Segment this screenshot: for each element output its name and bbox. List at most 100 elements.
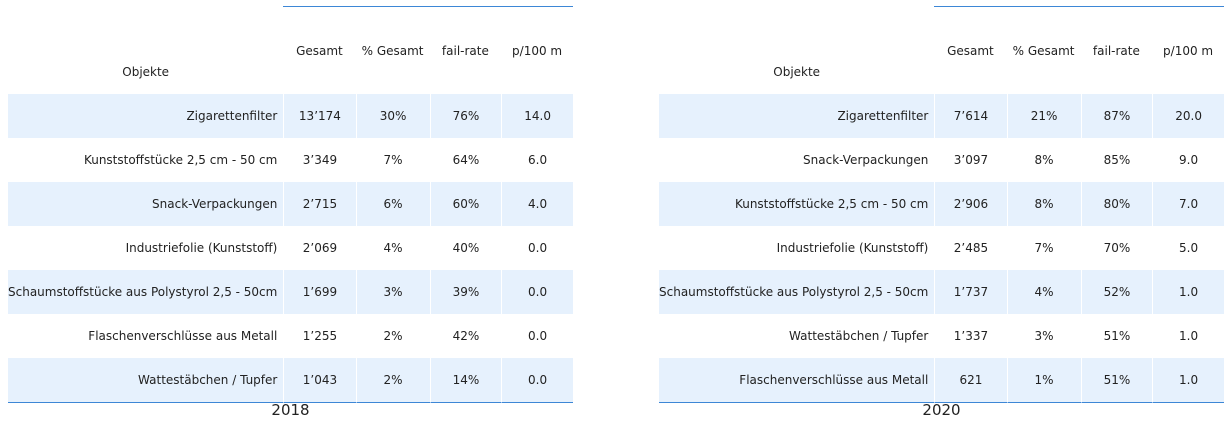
table-cell: 0.0: [501, 226, 573, 270]
column-header: fail-rate: [1080, 6, 1153, 94]
table-cell: 40%: [429, 226, 502, 270]
table-row: Zigarettenfilter 7’614 21% 87% 20.0: [659, 94, 1224, 138]
table-cell: 7.0: [1152, 182, 1224, 226]
table-row: Snack-Verpackungen 2’715 6% 60% 4.0: [8, 182, 573, 226]
table-body: Zigarettenfilter 13’174 30% 76% 14.0 Kunststo…: [8, 94, 573, 403]
table-cell: 1%: [1006, 358, 1081, 403]
table-cell: 7%: [1006, 226, 1081, 270]
table-cell: 2’906: [934, 182, 1007, 226]
table-row: Industriefolie (Kunststoff) 2’069 4% 40% 0.0: [8, 226, 573, 270]
row-label: Schaumstoffstücke aus Polystyrol 2,5 - 5…: [8, 270, 284, 314]
table-cell: 4.0: [501, 182, 573, 226]
table-row: Flaschenverschlüsse aus Metall 621 1% 51% 1.…: [659, 358, 1224, 403]
table-row: Schaumstoffstücke aus Polystyrol 2,5 - 5…: [8, 270, 573, 314]
column-header: p/100 m: [1152, 6, 1224, 94]
header-row: Objekte Gesamt% Gesamt fail-rate p/100 m: [659, 6, 1224, 94]
table-cell: 4%: [1006, 270, 1081, 314]
row-label: Snack-Verpackungen: [803, 153, 929, 167]
table-row: Kunststoffstücke 2,5 cm - 50 cm 2’906 8% 80…: [659, 182, 1224, 226]
table-row: Wattestäbchen / Tupfer 1’043 2% 14% 0.0: [8, 358, 573, 403]
row-label: Flaschenverschlüsse aus Metall: [659, 358, 935, 403]
row-label: Wattestäbchen / Tupfer: [8, 358, 284, 403]
table-cell: 2’069: [283, 226, 355, 270]
row-label: Schaumstoffstücke aus Polystyrol 2,5 - 5…: [659, 270, 935, 314]
table-panel-2020: Objekte Gesamt% Gesamt fail-rate p/100 m Zi…: [659, 0, 1224, 424]
table-cell: 1.0: [1152, 314, 1224, 358]
table-cell: 39%: [429, 270, 502, 314]
table-cell: 70%: [1080, 226, 1153, 270]
table-cell: 85%: [1080, 138, 1153, 182]
table-cell: 1’737: [934, 270, 1007, 314]
table-cell: 21%: [1006, 94, 1081, 138]
table-cell: 1’043: [283, 358, 356, 403]
row-label: Kunststoffstücke 2,5 cm - 50 cm: [659, 182, 935, 226]
table-2020: Objekte Gesamt% Gesamt fail-rate p/100 m Zi…: [659, 6, 1224, 403]
table-cell: 87%: [1080, 94, 1153, 138]
table-header: Objekte Gesamt% Gesamt fail-rate p/100 m: [659, 6, 1224, 94]
row-label: Snack-Verpackungen: [8, 182, 284, 226]
table-cell: 3’097: [934, 138, 1006, 182]
table-cell: 3’349: [283, 138, 355, 182]
table-cell: 13’174: [283, 94, 356, 138]
table-cell: 14%: [429, 358, 502, 403]
table-cell: 2’715: [283, 182, 356, 226]
table-cell: 30%: [355, 94, 430, 138]
table-cell: 52%: [1080, 270, 1153, 314]
table-cell: 1’337: [934, 314, 1006, 358]
row-label: Kunststoffstücke 2,5 cm - 50 cm: [83, 153, 278, 167]
column-header: % Gesamt: [1006, 6, 1081, 94]
row-label: Industriefolie (Kunststoff): [125, 241, 278, 255]
table-header: Objekte Gesamt% Gesamt fail-rate p/100 m: [8, 6, 573, 94]
table-cell: 9.0: [1152, 138, 1224, 182]
table-cell: 1’699: [283, 270, 356, 314]
table-cell: 80%: [1080, 182, 1153, 226]
row-label: Zigarettenfilter: [659, 94, 935, 138]
column-header: fail-rate: [429, 6, 502, 94]
table-cell: 1.0: [1152, 270, 1224, 314]
table-cell: 20.0: [1152, 94, 1224, 138]
table-cell: 3%: [355, 270, 430, 314]
row-label: Wattestäbchen / Tupfer: [789, 329, 929, 343]
table-caption: 2018: [271, 401, 310, 419]
column-header: Gesamt: [283, 6, 356, 94]
table-cell: 1’255: [283, 314, 355, 358]
table-row: Flaschenverschlüsse aus Metall 1’255 2% 42%…: [8, 314, 573, 358]
column-header-objekte: Objekte: [122, 65, 170, 79]
table-cell: 76%: [429, 94, 502, 138]
header-row: Objekte Gesamt% Gesamt fail-rate p/100 m: [8, 6, 573, 94]
table-cell: 51%: [1080, 358, 1153, 403]
table-cell: 2%: [355, 314, 430, 358]
table-cell: 42%: [429, 314, 502, 358]
table-cell: 8%: [1006, 138, 1081, 182]
table-row: Schaumstoffstücke aus Polystyrol 2,5 - 5…: [659, 270, 1224, 314]
table-cell: 3%: [1006, 314, 1081, 358]
table-caption: 2020: [922, 401, 961, 419]
table-cell: 6.0: [501, 138, 573, 182]
table-cell: 8%: [1006, 182, 1081, 226]
row-label: Industriefolie (Kunststoff): [776, 241, 929, 255]
row-label: Zigarettenfilter: [8, 94, 284, 138]
table-cell: 0.0: [501, 358, 573, 403]
table-panel-2018: Objekte Gesamt% Gesamt fail-rate p/100 m Zi…: [8, 0, 573, 424]
table-cell: 60%: [429, 182, 502, 226]
column-header-objekte: Objekte: [773, 65, 821, 79]
table-cell: 6%: [355, 182, 430, 226]
table-row: Wattestäbchen / Tupfer 1’337 3% 51% 1.0: [659, 314, 1224, 358]
column-header: Gesamt: [934, 6, 1007, 94]
table-cell: 51%: [1080, 314, 1153, 358]
table-cell: 4%: [355, 226, 430, 270]
table-cell: 0.0: [501, 270, 573, 314]
table-cell: 0.0: [501, 314, 573, 358]
row-label: Flaschenverschlüsse aus Metall: [88, 329, 278, 343]
table-cell: 7%: [355, 138, 430, 182]
table-body: Zigarettenfilter 7’614 21% 87% 20.0 Snack-Ver…: [659, 94, 1224, 403]
table-cell: 1.0: [1152, 358, 1224, 403]
table-2018: Objekte Gesamt% Gesamt fail-rate p/100 m Zi…: [8, 6, 573, 403]
table-row: Zigarettenfilter 13’174 30% 76% 14.0: [8, 94, 573, 138]
table-cell: 2’485: [934, 226, 1006, 270]
table-cell: 2%: [355, 358, 430, 403]
column-header: % Gesamt: [355, 6, 430, 94]
table-row: Industriefolie (Kunststoff) 2’485 7% 70% 5.0: [659, 226, 1224, 270]
table-cell: 5.0: [1152, 226, 1224, 270]
table-row: Kunststoffstücke 2,5 cm - 50 cm 3’349 7% 64…: [8, 138, 573, 182]
